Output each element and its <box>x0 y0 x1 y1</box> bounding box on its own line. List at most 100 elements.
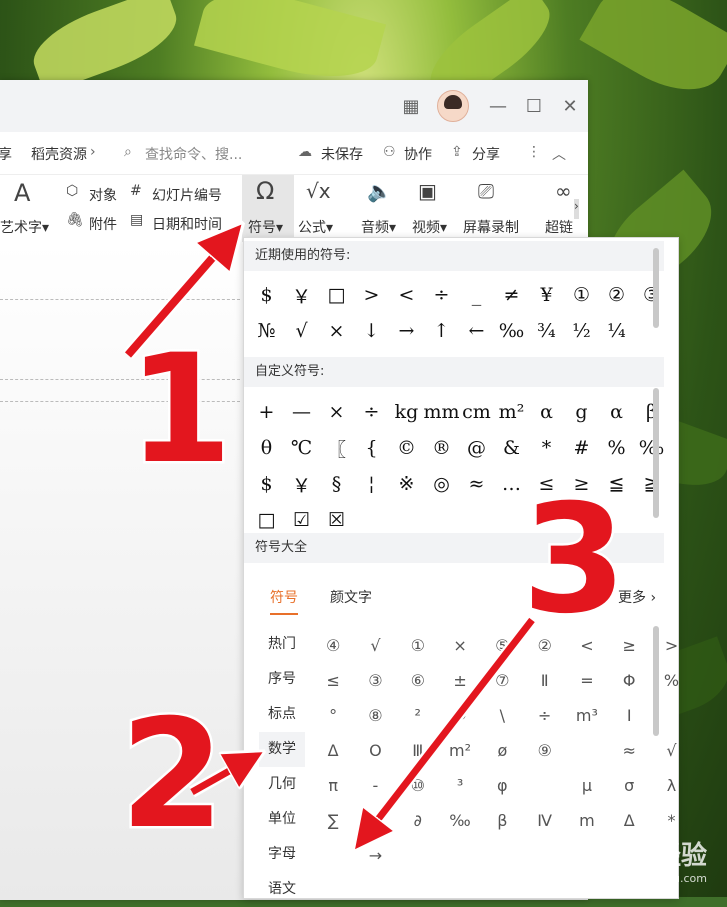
symbol-cell[interactable]: ‰ <box>439 803 481 838</box>
symbol-cell[interactable]: © <box>389 430 424 466</box>
symbol-cell[interactable]: Ⅳ <box>523 803 565 838</box>
category-item[interactable]: 标点 <box>259 697 305 732</box>
close-icon[interactable]: ✕ <box>556 92 584 120</box>
symbol-cell[interactable]: ø <box>481 733 523 768</box>
symbol-cell[interactable]: m³ <box>566 698 608 733</box>
tab-emoticons[interactable]: 颜文字 <box>330 587 372 607</box>
symbol-cell[interactable]: m² <box>439 733 481 768</box>
symbol-cell[interactable]: ° <box>312 698 354 733</box>
symbol-cell[interactable]: \ <box>481 698 523 733</box>
symbol-cell[interactable]: = <box>566 663 608 698</box>
symbol-cell[interactable]: $ <box>249 277 284 313</box>
symbol-cell[interactable]: ⑨ <box>523 733 565 768</box>
symbol-cell[interactable]: * <box>529 430 564 466</box>
tab-symbols[interactable]: 符号 <box>270 587 298 615</box>
symbol-cell[interactable]: _ <box>459 277 494 313</box>
symbol-cell[interactable]: × <box>439 628 481 663</box>
menu-resources[interactable]: 稻壳资源 <box>31 144 87 164</box>
collab-button[interactable]: 协作 <box>404 144 432 164</box>
symbol-cell[interactable]: mm <box>423 394 459 430</box>
symbol-cell[interactable]: ￥ <box>284 277 319 313</box>
datetime-button[interactable]: 日期和时间 <box>152 214 222 234</box>
symbol-cell[interactable]: μ <box>566 768 608 803</box>
category-item[interactable]: 字母 <box>259 837 305 872</box>
grid-scrollbar[interactable] <box>653 626 659 736</box>
category-item[interactable]: 数学 <box>259 732 305 767</box>
symbol-cell[interactable]: ⑥ <box>397 663 439 698</box>
symbol-cell[interactable]: ÷ <box>523 698 565 733</box>
symbol-cell[interactable]: ≠ <box>494 277 529 313</box>
symbol-cell[interactable]: ← <box>459 313 494 349</box>
symbol-cell[interactable]: ◎ <box>424 466 459 502</box>
symbol-cell[interactable]: ÷ <box>354 394 389 430</box>
symbol-cell[interactable]: ≧ <box>634 466 669 502</box>
symbol-cell[interactable]: ³ <box>439 768 481 803</box>
symbol-cell[interactable]: × <box>319 394 354 430</box>
symbol-cell[interactable]: & <box>494 430 529 466</box>
symbol-cell[interactable]: O <box>354 733 396 768</box>
unsaved-status[interactable]: 未保存 <box>321 144 363 164</box>
symbol-cell[interactable]: { <box>354 430 389 466</box>
attachment-button[interactable]: 附件 <box>89 214 117 234</box>
symbol-cell[interactable]: λ <box>650 768 692 803</box>
symbol-cell[interactable]: ④ <box>312 628 354 663</box>
symbol-cell[interactable]: ‰ <box>494 313 529 349</box>
collapse-ribbon-icon[interactable]: ︿ <box>552 144 566 164</box>
hyperlink-button[interactable]: 超链 <box>545 217 573 237</box>
symbol-cell[interactable]: ² <box>397 698 439 733</box>
symbol-cell[interactable]: ≤ <box>312 663 354 698</box>
symbol-cell[interactable]: ¥ <box>529 277 564 313</box>
symbol-cell[interactable]: Δ <box>312 733 354 768</box>
minimize-icon[interactable]: — <box>484 92 512 120</box>
symbol-cell[interactable] <box>312 838 354 873</box>
screen-record-button[interactable]: 屏幕录制 <box>463 217 519 237</box>
ribbon-scroll-right-icon[interactable]: › <box>574 199 579 219</box>
symbol-cell[interactable]: ↓ <box>354 313 389 349</box>
symbol-cell[interactable]: Δ <box>608 803 650 838</box>
symbol-cell[interactable]: - <box>354 768 396 803</box>
symbol-cell[interactable]: Ⅲ <box>397 733 439 768</box>
symbol-cell[interactable]: □ <box>319 277 354 313</box>
recent-scrollbar[interactable] <box>653 248 659 328</box>
art-text-button[interactable]: 艺术字▾ <box>0 217 49 237</box>
symbol-cell[interactable]: ∑ <box>312 803 354 838</box>
video-button[interactable]: 视频▾ <box>412 217 447 237</box>
symbol-cell[interactable]: m <box>566 803 608 838</box>
symbol-cell[interactable]: Φ <box>439 698 481 733</box>
symbol-cell[interactable] <box>566 733 608 768</box>
maximize-icon[interactable]: ☐ <box>520 92 548 120</box>
slide-number-button[interactable]: 幻灯片编号 <box>152 185 222 205</box>
symbol-cell[interactable]: √ <box>354 628 396 663</box>
symbol-cell[interactable]: α <box>354 803 396 838</box>
category-item[interactable]: 语文 <box>259 872 305 907</box>
symbol-cell[interactable]: ½ <box>564 313 599 349</box>
symbol-cell[interactable]: № <box>249 313 284 349</box>
symbol-cell[interactable]: % <box>599 430 634 466</box>
symbol-cell[interactable]: cm <box>459 394 494 430</box>
more-options-icon[interactable]: ⋮ <box>527 144 541 160</box>
formula-button[interactable]: 公式▾ <box>298 217 333 237</box>
custom-scrollbar[interactable] <box>653 388 659 518</box>
symbol-cell[interactable]: β <box>634 394 669 430</box>
symbol-cell[interactable]: α <box>599 394 634 430</box>
symbol-cell[interactable]: Φ <box>608 663 650 698</box>
symbol-cell[interactable]: ≈ <box>608 733 650 768</box>
symbol-cell[interactable]: ® <box>424 430 459 466</box>
category-item[interactable]: 序号 <box>259 662 305 697</box>
symbol-cell[interactable]: → <box>354 838 396 873</box>
symbol-cell[interactable]: ① <box>397 628 439 663</box>
symbol-cell[interactable]: 〖 <box>319 430 354 466</box>
symbol-cell[interactable]: ≈ <box>459 466 494 502</box>
symbol-cell[interactable]: ¾ <box>529 313 564 349</box>
symbol-cell[interactable]: σ <box>608 768 650 803</box>
symbol-cell[interactable]: θ <box>249 430 284 466</box>
symbol-cell[interactable]: — <box>284 394 319 430</box>
symbol-cell[interactable]: ※ <box>389 466 424 502</box>
symbol-cell[interactable]: ↑ <box>424 313 459 349</box>
symbol-cell[interactable]: < <box>389 277 424 313</box>
symbol-cell[interactable]: ① <box>564 277 599 313</box>
symbol-cell[interactable]: √ <box>650 733 692 768</box>
symbol-cell[interactable]: ③ <box>634 277 669 313</box>
symbol-cell[interactable]: ∂ <box>397 803 439 838</box>
menu-share-cut[interactable]: 享 <box>0 144 12 164</box>
